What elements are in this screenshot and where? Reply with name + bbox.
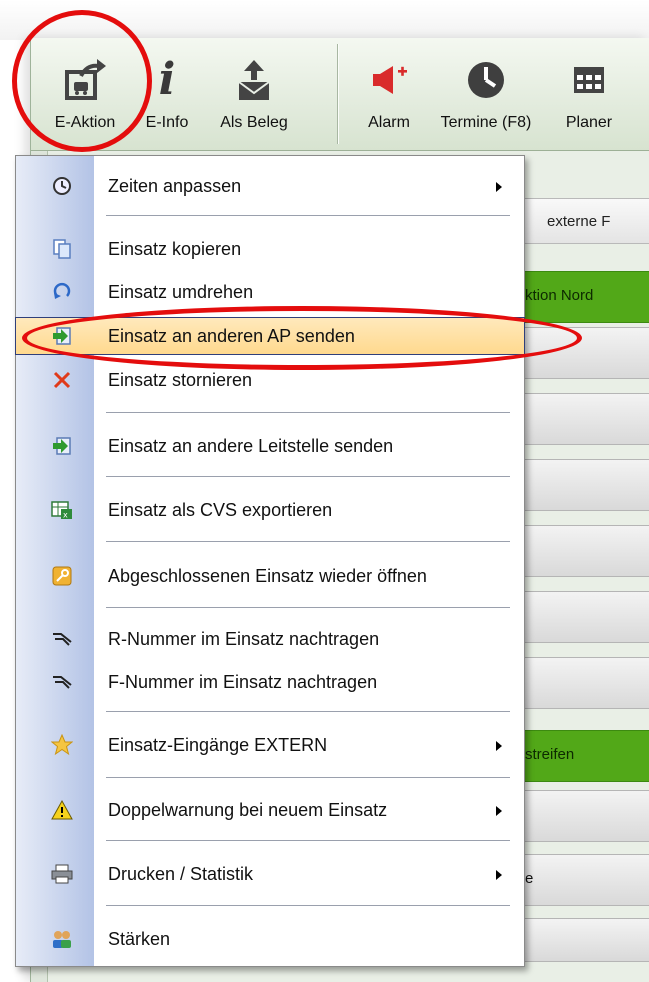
background-row[interactable] bbox=[524, 790, 649, 842]
menu-item-einsatz-an-andere-leitstelle-senden[interactable]: Einsatz an andere Leitstelle senden bbox=[16, 428, 524, 464]
annotation-circle bbox=[12, 10, 152, 152]
background-row[interactable]: streifen bbox=[524, 730, 649, 782]
menu-item-zeiten-anpassen[interactable]: Zeiten anpassen bbox=[16, 168, 524, 204]
background-row[interactable] bbox=[524, 459, 649, 511]
als-beleg-button[interactable]: Als Beleg bbox=[209, 38, 299, 150]
menu-item-staerken[interactable]: Stärken bbox=[16, 921, 524, 957]
menu-separator bbox=[106, 476, 510, 477]
star-icon bbox=[50, 733, 74, 757]
submenu-arrow-icon bbox=[496, 741, 502, 751]
megaphone-icon bbox=[359, 56, 419, 104]
alarm-button[interactable]: Alarm bbox=[359, 38, 419, 150]
planer-button[interactable]: Planer bbox=[561, 38, 617, 150]
menu-separator bbox=[106, 215, 510, 216]
cancel-x-icon bbox=[50, 368, 74, 392]
background-row[interactable]: e bbox=[524, 854, 649, 906]
spreadsheet-export-icon: x bbox=[50, 498, 74, 522]
submenu-arrow-icon bbox=[496, 806, 502, 816]
clock-icon bbox=[50, 174, 74, 198]
rotate-icon bbox=[50, 280, 74, 304]
menu-separator bbox=[106, 840, 510, 841]
annotation-ellipse bbox=[22, 306, 582, 370]
menu-item-label: Drucken / Statistik bbox=[108, 864, 254, 884]
toolbar-separator bbox=[337, 44, 338, 144]
menu-item-label: F-Nummer im Einsatz nachtragen bbox=[108, 672, 378, 692]
menu-separator bbox=[106, 711, 510, 712]
menu-item-label: R-Nummer im Einsatz nachtragen bbox=[108, 629, 380, 649]
menu-item-label: Einsatz-Eingänge EXTERN bbox=[108, 735, 328, 755]
background-row[interactable] bbox=[524, 657, 649, 709]
menu-item-label: Abgeschlossenen Einsatz wieder öffnen bbox=[108, 566, 427, 586]
external-tab[interactable]: externe F bbox=[524, 198, 649, 244]
termine-label: Termine (F8) bbox=[440, 114, 532, 131]
menu-item-doppelwarnung[interactable]: Doppelwarnung bei neuem Einsatz bbox=[16, 792, 524, 828]
context-menu: Zeiten anpassen Einsatz kopieren Einsatz… bbox=[15, 155, 525, 967]
menu-item-label: Zeiten anpassen bbox=[108, 176, 242, 196]
menu-item-einsatz-als-cvs-exportieren[interactable]: x Einsatz als CVS exportieren bbox=[16, 492, 524, 528]
printer-icon bbox=[50, 862, 74, 886]
menu-item-einsatz-eingaenge-extern[interactable]: Einsatz-Eingänge EXTERN bbox=[16, 727, 524, 763]
pen-tag-icon bbox=[50, 670, 74, 694]
envelope-upload-icon bbox=[209, 56, 299, 104]
background-row[interactable] bbox=[524, 525, 649, 577]
clock-icon bbox=[431, 56, 541, 104]
menu-separator bbox=[106, 607, 510, 608]
als-beleg-label: Als Beleg bbox=[220, 114, 288, 131]
copy-icon bbox=[50, 237, 74, 261]
submenu-arrow-icon bbox=[496, 870, 502, 880]
menu-item-r-nummer-nachtragen[interactable]: R-Nummer im Einsatz nachtragen bbox=[16, 621, 524, 657]
termine-button[interactable]: Termine (F8) bbox=[431, 38, 541, 150]
menu-item-label: Einsatz als CVS exportieren bbox=[108, 500, 333, 520]
menu-item-abgeschlossenen-einsatz-wieder-oeffnen[interactable]: Abgeschlossenen Einsatz wieder öffnen bbox=[16, 558, 524, 594]
background-row[interactable] bbox=[524, 393, 649, 445]
menu-item-f-nummer-nachtragen[interactable]: F-Nummer im Einsatz nachtragen bbox=[16, 664, 524, 700]
menu-separator bbox=[106, 905, 510, 906]
menu-item-einsatz-kopieren[interactable]: Einsatz kopieren bbox=[16, 231, 524, 267]
key-icon bbox=[50, 564, 74, 588]
menu-separator bbox=[106, 777, 510, 778]
warning-icon bbox=[50, 798, 74, 822]
menu-separator bbox=[106, 541, 510, 542]
calendar-grid-icon bbox=[561, 56, 617, 104]
menu-item-label: Doppelwarnung bei neuem Einsatz bbox=[108, 800, 388, 820]
submenu-arrow-icon bbox=[496, 182, 502, 192]
menu-item-label: Einsatz kopieren bbox=[108, 239, 242, 259]
pen-tag-icon bbox=[50, 627, 74, 651]
menu-item-einsatz-umdrehen[interactable]: Einsatz umdrehen bbox=[16, 274, 524, 310]
menu-item-label: Einsatz an andere Leitstelle senden bbox=[108, 436, 394, 456]
menu-item-label: Stärken bbox=[108, 929, 171, 949]
send-icon bbox=[50, 434, 74, 458]
menu-item-label: Einsatz umdrehen bbox=[108, 282, 254, 302]
svg-text:x: x bbox=[63, 511, 68, 520]
alarm-label: Alarm bbox=[368, 114, 410, 131]
background-row[interactable] bbox=[524, 918, 649, 962]
menu-item-drucken-statistik[interactable]: Drucken / Statistik bbox=[16, 856, 524, 892]
planer-label: Planer bbox=[565, 114, 613, 131]
menu-separator bbox=[106, 412, 510, 413]
background-row[interactable] bbox=[524, 591, 649, 643]
people-icon bbox=[50, 927, 74, 951]
background-row[interactable]: ktion Nord bbox=[524, 271, 649, 323]
